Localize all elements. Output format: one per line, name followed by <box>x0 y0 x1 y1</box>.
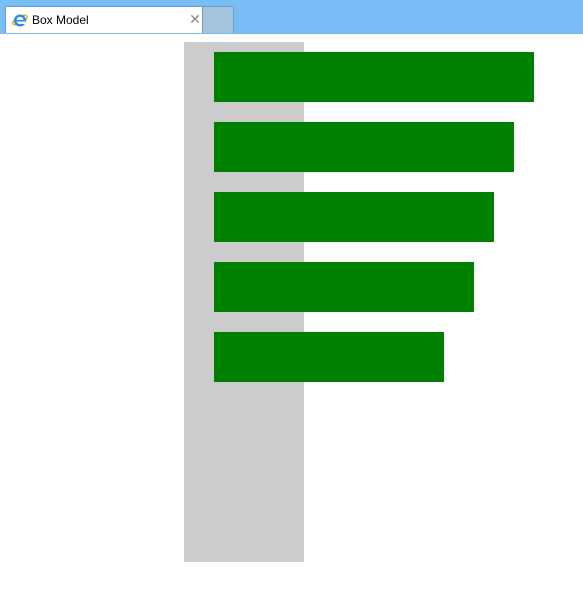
close-icon[interactable]: ✕ <box>188 10 202 28</box>
green-bar-5 <box>214 332 444 382</box>
green-bar-3 <box>214 192 494 242</box>
page-content <box>0 34 583 603</box>
internet-explorer-icon <box>11 11 29 29</box>
green-bar-1 <box>214 52 534 102</box>
new-tab-button[interactable] <box>203 6 234 33</box>
tab-box-model[interactable]: Box Model ✕ <box>5 6 203 33</box>
green-bar-2 <box>214 122 514 172</box>
green-bar-4 <box>214 262 474 312</box>
tab-title: Box Model <box>32 13 89 27</box>
tab-bar: Box Model ✕ <box>0 0 583 34</box>
browser-window: Box Model ✕ <box>0 0 583 603</box>
